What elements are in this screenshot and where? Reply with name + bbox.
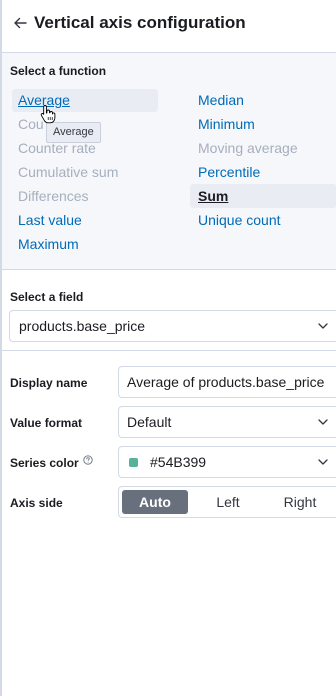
color-swatch [129, 458, 138, 467]
display-name-value: Average of products.base_price [127, 374, 325, 390]
question-circle-icon[interactable] [83, 455, 93, 465]
function-moving-average: Moving average [198, 140, 298, 156]
axis-side-left-button[interactable]: Left [195, 490, 261, 514]
section-divider [2, 350, 336, 351]
chevron-down-icon [318, 323, 328, 329]
axis-side-label: Axis side [10, 496, 63, 510]
value-format-label: Value format [10, 416, 83, 430]
display-name-input[interactable]: Average of products.base_price [118, 366, 336, 398]
function-last-value[interactable]: Last value [18, 209, 82, 231]
axis-side-right-button[interactable]: Right [267, 490, 333, 514]
hand-pointer-cursor-icon [40, 105, 56, 124]
function-minimum[interactable]: Minimum [198, 113, 255, 135]
function-unique-count[interactable]: Unique count [198, 209, 281, 231]
function-sum[interactable]: Sum [198, 185, 228, 207]
arrow-left-icon[interactable] [12, 15, 28, 31]
value-format-value: Default [127, 414, 172, 430]
section-divider [2, 269, 336, 270]
chevron-down-icon [318, 419, 328, 425]
page-title: Vertical axis configuration [34, 13, 246, 32]
flyout-header: Vertical axis configuration [0, 0, 336, 53]
series-color-picker[interactable]: #54B399 [118, 446, 336, 478]
series-color-value: #54B399 [150, 454, 207, 470]
chevron-down-icon [318, 459, 328, 465]
select-field-label: Select a field [10, 290, 84, 304]
series-color-label: Series color [10, 456, 79, 470]
axis-side-auto-button[interactable]: Auto [122, 490, 188, 514]
value-format-select[interactable]: Default [118, 406, 336, 438]
function-maximum[interactable]: Maximum [18, 233, 79, 255]
function-tooltip: Average [46, 122, 101, 143]
display-name-label: Display name [10, 376, 88, 390]
function-differences: Differences [18, 188, 89, 204]
axis-side-button-group: Auto Left Right [118, 486, 336, 518]
select-function-label: Select a function [10, 64, 107, 78]
function-cumulative-sum: Cumulative sum [18, 164, 119, 180]
function-percentile[interactable]: Percentile [198, 161, 260, 183]
function-median[interactable]: Median [198, 89, 244, 111]
field-select[interactable]: products.base_price [9, 310, 336, 342]
field-select-value: products.base_price [19, 318, 146, 334]
